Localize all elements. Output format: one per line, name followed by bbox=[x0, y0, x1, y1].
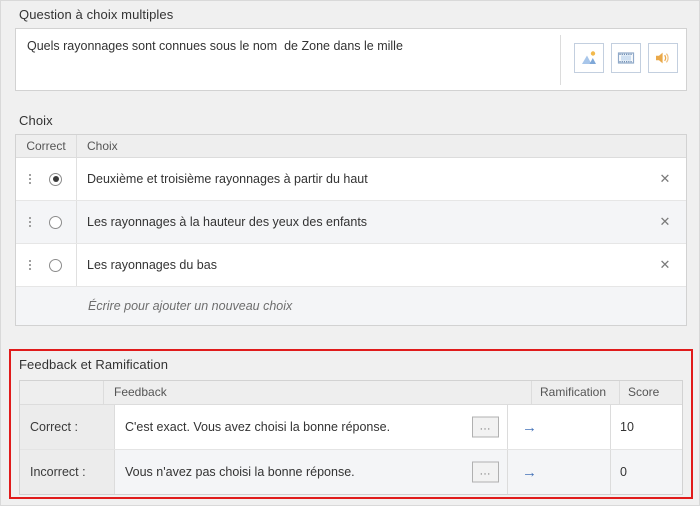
choice-text-1[interactable]: Deuxième et troisième rayonnages à parti… bbox=[77, 172, 644, 186]
branch-arrow-icon[interactable]: → bbox=[522, 420, 537, 435]
feedback-label-incorrect: Incorrect : bbox=[20, 450, 115, 494]
feedback-text-incorrect[interactable]: Vous n'avez pas choisi la bonne réponse.… bbox=[115, 450, 508, 494]
insert-image-button[interactable] bbox=[574, 43, 604, 73]
feedback-section: Feedback et Ramification Feedback Ramifi… bbox=[9, 349, 693, 499]
feedback-more-button-incorrect[interactable]: ... bbox=[472, 461, 499, 483]
audio-icon bbox=[656, 52, 669, 64]
image-icon bbox=[582, 51, 596, 64]
choice-text-3[interactable]: Les rayonnages du bas bbox=[77, 258, 644, 272]
column-header-blank bbox=[20, 381, 104, 404]
feedback-more-button-correct[interactable]: ... bbox=[472, 416, 499, 438]
question-text[interactable]: Quels rayonnages sont connues sous le no… bbox=[27, 38, 546, 54]
choices-table-header: Correct Choix bbox=[16, 134, 686, 158]
column-header-correct: Correct bbox=[16, 135, 77, 157]
feedback-row-correct: Correct : C'est exact. Vous avez choisi … bbox=[20, 405, 682, 450]
add-choice-input[interactable]: Écrire pour ajouter un nouveau choix bbox=[16, 287, 686, 325]
media-buttons-group bbox=[574, 43, 678, 73]
video-icon bbox=[617, 52, 635, 64]
ramification-cell-correct: → bbox=[508, 405, 611, 449]
question-editor-page: Question à choix multiples Quels rayonna… bbox=[0, 0, 700, 506]
feedback-text-correct[interactable]: C'est exact. Vous avez choisi la bonne r… bbox=[115, 405, 508, 449]
remove-choice-button-1[interactable]: ✕ bbox=[644, 171, 686, 187]
feedback-text-incorrect-value: Vous n'avez pas choisi la bonne réponse. bbox=[125, 465, 355, 479]
feedback-text-correct-value: C'est exact. Vous avez choisi la bonne r… bbox=[125, 420, 391, 434]
score-incorrect[interactable]: 0 bbox=[611, 450, 682, 494]
ramification-cell-incorrect: → bbox=[508, 450, 611, 494]
choice-row[interactable]: Les rayonnages du bas ✕ bbox=[16, 244, 686, 287]
question-section: Question à choix multiples Quels rayonna… bbox=[15, 7, 687, 91]
feedback-table-header: Feedback Ramification Score bbox=[20, 381, 682, 405]
feedback-table: Feedback Ramification Score Correct : C'… bbox=[19, 380, 683, 495]
column-header-ramification: Ramification bbox=[532, 381, 620, 404]
drag-handle-icon[interactable] bbox=[22, 217, 38, 227]
feedback-label-correct: Correct : bbox=[20, 405, 115, 449]
remove-choice-button-2[interactable]: ✕ bbox=[644, 214, 686, 230]
media-divider bbox=[560, 35, 561, 85]
choice-radio-3[interactable] bbox=[49, 258, 62, 272]
choice-text-2[interactable]: Les rayonnages à la hauteur des yeux des… bbox=[77, 215, 644, 229]
branch-arrow-icon[interactable]: → bbox=[522, 465, 537, 480]
score-correct[interactable]: 10 bbox=[611, 405, 682, 449]
drag-handle-icon[interactable] bbox=[22, 174, 38, 184]
choice-row[interactable]: Les rayonnages à la hauteur des yeux des… bbox=[16, 201, 686, 244]
choice-correct-cell bbox=[16, 244, 77, 286]
choice-radio-1[interactable] bbox=[49, 172, 62, 186]
remove-choice-button-3[interactable]: ✕ bbox=[644, 257, 686, 273]
column-header-score: Score bbox=[628, 385, 660, 399]
insert-audio-button[interactable] bbox=[648, 43, 678, 73]
feedback-row-incorrect: Incorrect : Vous n'avez pas choisi la bo… bbox=[20, 450, 682, 494]
insert-video-button[interactable] bbox=[611, 43, 641, 73]
choices-section: Choix Correct Choix Deuxième et troisièm… bbox=[15, 113, 687, 326]
choices-table: Correct Choix Deuxième et troisième rayo… bbox=[15, 134, 687, 326]
choice-radio-2[interactable] bbox=[49, 215, 62, 229]
choice-row[interactable]: Deuxième et troisième rayonnages à parti… bbox=[16, 158, 686, 201]
column-header-choice: Choix bbox=[87, 139, 118, 153]
choice-correct-cell bbox=[16, 158, 77, 200]
choice-correct-cell bbox=[16, 201, 77, 243]
choices-section-title: Choix bbox=[19, 113, 53, 128]
question-text-box[interactable]: Quels rayonnages sont connues sous le no… bbox=[15, 28, 687, 91]
drag-handle-icon[interactable] bbox=[22, 260, 38, 270]
question-section-title: Question à choix multiples bbox=[19, 7, 174, 22]
feedback-section-title: Feedback et Ramification bbox=[19, 357, 169, 372]
column-header-feedback: Feedback bbox=[104, 381, 532, 404]
